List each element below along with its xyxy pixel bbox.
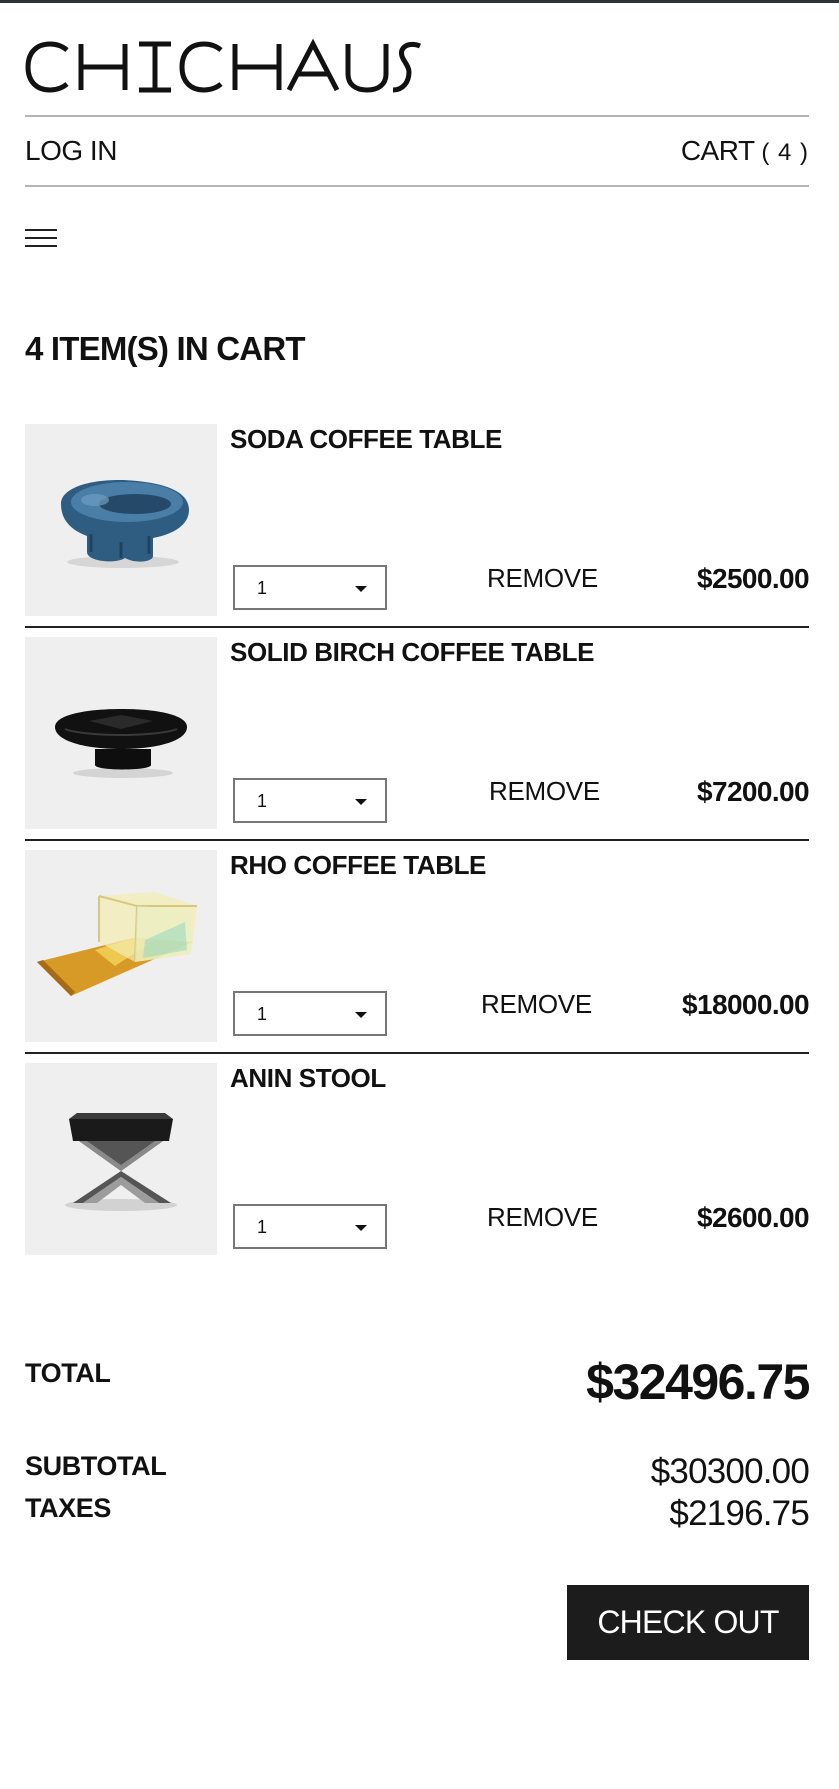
- quantity-select[interactable]: 1: [233, 565, 387, 610]
- hamburger-menu-icon[interactable]: [25, 227, 57, 249]
- iridescent-glass-table-image[interactable]: [25, 850, 217, 1042]
- checkout-button[interactable]: CHECK OUT: [567, 1585, 809, 1660]
- taxes-value: $2196.75: [669, 1494, 809, 1533]
- quantity-select[interactable]: 1: [233, 778, 387, 823]
- cart-heading: 4 ITEM(S) IN CART: [25, 330, 306, 367]
- cart-item: ANIN STOOL 1 REMOVE $2600.00: [25, 1063, 810, 1256]
- cart-label: CART: [680, 135, 755, 166]
- taxes-label: TAXES: [25, 1493, 112, 1523]
- caret-down-icon: [355, 586, 367, 592]
- header-divider-bottom: [25, 185, 809, 187]
- header-divider-top: [25, 115, 809, 117]
- caret-down-icon: [355, 1225, 367, 1231]
- item-name[interactable]: RHO COFFEE TABLE: [230, 850, 486, 881]
- item-divider: [25, 1052, 809, 1054]
- quantity-select[interactable]: 1: [233, 991, 387, 1036]
- subtotal-value: $30300.00: [650, 1452, 810, 1491]
- caret-down-icon: [355, 1012, 367, 1018]
- cart-link[interactable]: CART ( 4 ): [681, 135, 809, 167]
- item-divider: [25, 626, 809, 628]
- item-price: $2600.00: [697, 1202, 810, 1233]
- total-label: TOTAL: [25, 1358, 111, 1388]
- remove-button[interactable]: REMOVE: [487, 1202, 598, 1233]
- quantity-value: 1: [257, 578, 268, 598]
- subtotal-label: SUBTOTAL: [25, 1451, 167, 1481]
- quantity-value: 1: [257, 1217, 268, 1237]
- item-price: $18000.00: [682, 989, 810, 1020]
- item-price: $7200.00: [697, 776, 810, 807]
- cart-item: SODA COFFEE TABLE 1 REMOVE $2500.00: [25, 424, 810, 617]
- black-pillow-table-image[interactable]: [25, 637, 217, 829]
- item-price: $2500.00: [697, 563, 810, 594]
- cart-item: SOLID BIRCH COFFEE TABLE 1 REMOVE $7200.…: [25, 637, 810, 830]
- brand-logo[interactable]: [25, 36, 425, 98]
- caret-down-icon: [355, 799, 367, 805]
- total-value: $32496.75: [586, 1354, 810, 1410]
- quantity-value: 1: [257, 791, 268, 811]
- cart-item: RHO COFFEE TABLE 1 REMOVE $18000.00: [25, 850, 810, 1043]
- top-border: [0, 0, 839, 3]
- cart-count: ( 4 ): [761, 139, 809, 166]
- login-link[interactable]: LOG IN: [25, 135, 117, 167]
- item-name[interactable]: SODA COFFEE TABLE: [230, 424, 502, 455]
- quantity-value: 1: [257, 1004, 268, 1024]
- remove-button[interactable]: REMOVE: [487, 563, 598, 594]
- quantity-select[interactable]: 1: [233, 1204, 387, 1249]
- blue-glass-oval-table-image[interactable]: [25, 424, 217, 616]
- remove-button[interactable]: REMOVE: [489, 776, 600, 807]
- item-name[interactable]: ANIN STOOL: [230, 1063, 386, 1094]
- remove-button[interactable]: REMOVE: [481, 989, 592, 1020]
- x-base-stool-image[interactable]: [25, 1063, 217, 1255]
- item-divider: [25, 839, 809, 841]
- item-name[interactable]: SOLID BIRCH COFFEE TABLE: [230, 637, 594, 668]
